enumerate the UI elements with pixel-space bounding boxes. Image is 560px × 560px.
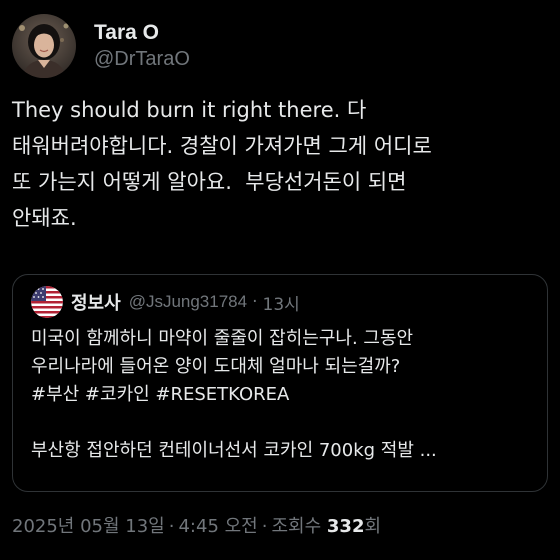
views-count[interactable]: 332: [327, 516, 365, 537]
tweet-header: Tara O @DrTaraO: [12, 12, 548, 80]
quoted-tweet-header: 정보사 @JsJung31784 · 13시: [31, 285, 531, 319]
tweet-text: They should burn it right there. 다 태워버려야…: [12, 98, 432, 230]
tweet-metadata: 2025년 05월 13일 · 4:45 오전 · 조회수 332회: [12, 512, 381, 538]
quoted-author-name[interactable]: 정보사: [71, 289, 121, 315]
tweet-time[interactable]: 4:45 오전: [178, 516, 257, 537]
avatar[interactable]: [12, 14, 76, 78]
author-info: Tara O @DrTaraO: [94, 20, 190, 72]
quoted-tweet-text: 미국이 함께하니 마약이 줄줄이 잡히는구나. 그동안 우리나라에 들어온 양이…: [31, 328, 437, 461]
tweet-date[interactable]: 2025년 05월 13일: [12, 516, 165, 537]
us-flag-icon: [31, 286, 63, 318]
quoted-timestamp[interactable]: 13시: [263, 290, 300, 315]
tweet-detail: Tara O @DrTaraO They should burn it righ…: [0, 0, 560, 560]
views-label: 조회수: [271, 516, 322, 537]
quoted-author-handle[interactable]: @JsJung31784: [129, 292, 247, 312]
author-handle[interactable]: @DrTaraO: [94, 46, 190, 72]
meta-separator: ·: [168, 516, 175, 537]
author-name[interactable]: Tara O: [94, 20, 190, 46]
meta-separator: ·: [261, 516, 268, 537]
quoted-tweet[interactable]: 정보사 @JsJung31784 · 13시 미국이 함께하니 마약이 줄줄이 …: [12, 274, 548, 492]
quoted-separator: ·: [252, 292, 258, 312]
views-suffix: 회: [364, 516, 382, 537]
profile-photo-icon: [12, 14, 76, 78]
